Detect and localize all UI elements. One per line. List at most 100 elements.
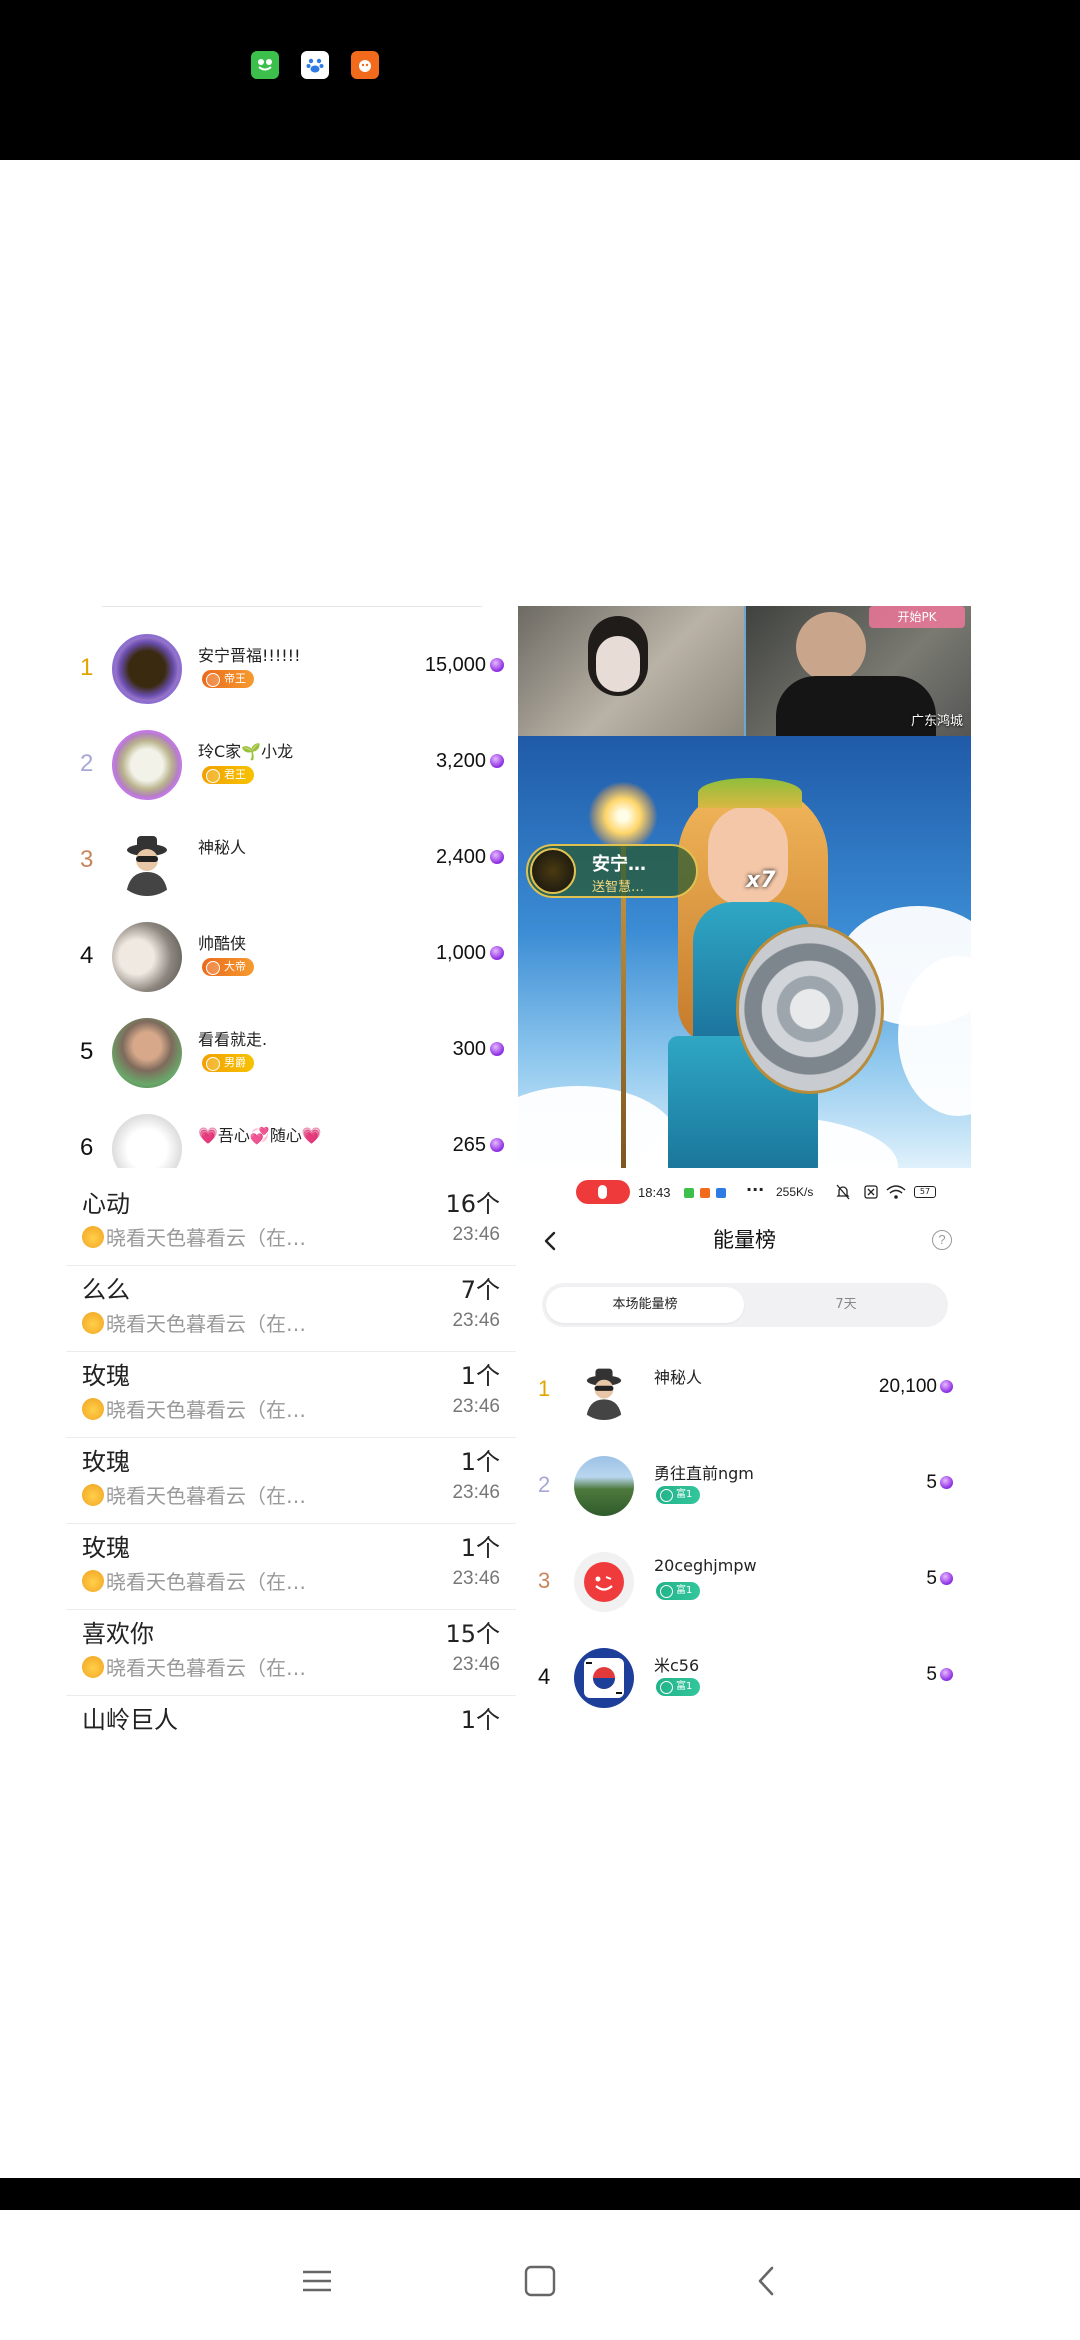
sender-line: 晓看天色暮看云（在… <box>82 1566 306 1595</box>
avatar[interactable] <box>112 634 182 704</box>
battery-icon: 57 <box>914 1186 936 1198</box>
gift-name: 喜欢你 <box>82 1620 154 1648</box>
tiger-icon <box>82 1226 104 1248</box>
ranking-tabs: 本场能量榜 7天 <box>542 1283 948 1327</box>
spark-effect <box>588 781 658 851</box>
ranking-row[interactable]: 2 勇往直前ngm 富1 5 <box>518 1442 971 1532</box>
ranking-row[interactable]: 5 看看就走. 男爵 300 <box>68 1008 508 1104</box>
gem-icon <box>940 1380 953 1393</box>
app-notification-icon <box>716 1188 726 1198</box>
gift-sender-name: 安宁… <box>592 854 646 875</box>
left-ranking-list: 1 安宁晋福!!!!!! 帝王 15,000 2 玲C家🌱小龙 君王 3,200… <box>68 606 508 1168</box>
gem-icon <box>490 946 504 960</box>
co-host-video-right[interactable]: 开始PK 广东鸿城 <box>746 606 971 736</box>
list-item[interactable]: 心动 16个 晓看天色暮看云（在… 23:46 <box>66 1180 516 1266</box>
ranking-row[interactable]: 4 米c56 富1 5 <box>518 1634 971 1724</box>
gift-count: 1个 <box>460 1706 500 1734</box>
wealth-badge: 富1 <box>656 1678 701 1696</box>
list-item[interactable]: 玫瑰 1个 晓看天色暮看云（在… 23:46 <box>66 1524 516 1610</box>
gift-name: 么么 <box>82 1276 130 1304</box>
bottom-black-bar <box>0 2178 1080 2210</box>
gem-icon <box>940 1572 953 1585</box>
divider <box>102 606 482 607</box>
ranking-row[interactable]: 3 20ceghjmpw 富1 5 <box>518 1538 971 1628</box>
avatar[interactable] <box>574 1552 634 1612</box>
menu-icon[interactable] <box>300 2264 334 2298</box>
gift-count: 7个 <box>460 1276 500 1304</box>
list-item[interactable]: 喜欢你 15个 晓看天色暮看云（在… 23:46 <box>66 1610 516 1696</box>
score: 3,200 <box>435 750 486 772</box>
gem-icon <box>940 1476 953 1489</box>
rank-number: 5 <box>80 1038 94 1065</box>
avatar[interactable] <box>574 1456 634 1516</box>
frog-app-icon <box>251 51 279 79</box>
avatar[interactable] <box>574 1648 634 1708</box>
sender-line: 晓看天色暮看云（在… <box>82 1394 306 1423</box>
top-status-area <box>0 0 1080 160</box>
ranking-row[interactable]: 1 安宁晋福!!!!!! 帝王 15,000 <box>68 624 508 720</box>
tiger-icon <box>82 1484 104 1506</box>
user-name: 神秘人 <box>198 838 247 857</box>
avatar[interactable] <box>112 1018 182 1088</box>
rank-number: 4 <box>538 1664 551 1689</box>
ranking-row[interactable]: 1 神秘人 20,100 <box>518 1346 971 1436</box>
gem-icon <box>490 850 504 864</box>
live-video-panel[interactable]: 开始PK 广东鸿城 安宁… 送智慧… x7 <box>518 606 971 1168</box>
ranking-row[interactable]: 6 💗吾心💞随心💗 265 <box>68 1104 508 1168</box>
list-item[interactable]: 山岭巨人 1个 <box>66 1696 516 1782</box>
level-badge: 大帝 <box>202 958 254 976</box>
tab-7-days[interactable]: 7天 <box>748 1287 944 1323</box>
network-speed: 255K/s <box>776 1185 814 1199</box>
ranking-row[interactable]: 2 玲C家🌱小龙 君王 3,200 <box>68 720 508 816</box>
score: 5 <box>926 1568 937 1589</box>
gift-count: 1个 <box>460 1362 500 1390</box>
score: 5 <box>926 1664 937 1685</box>
gift-notification[interactable]: 安宁… 送智慧… <box>526 844 698 898</box>
back-icon[interactable] <box>750 2264 784 2298</box>
sender-name: 晓看天色暮看云（在… <box>106 1398 306 1422</box>
avatar[interactable] <box>112 1114 182 1168</box>
gem-icon <box>490 754 504 768</box>
list-item[interactable]: 玫瑰 1个 晓看天色暮看云（在… 23:46 <box>66 1438 516 1524</box>
mystery-avatar-icon[interactable] <box>574 1360 634 1420</box>
home-icon[interactable] <box>523 2264 557 2298</box>
gift-count: 16个 <box>445 1190 500 1218</box>
gift-time: 23:46 <box>452 1396 500 1417</box>
tab-this-session[interactable]: 本场能量榜 <box>546 1287 744 1323</box>
user-name: 20ceghjmpw <box>654 1556 757 1575</box>
sender-name: 晓看天色暮看云（在… <box>106 1226 306 1250</box>
sender-line: 晓看天色暮看云（在… <box>82 1308 306 1337</box>
co-host-video-left[interactable] <box>518 606 744 736</box>
status-time: 18:43 <box>638 1185 671 1200</box>
rank-number: 1 <box>538 1376 551 1401</box>
mystery-avatar-icon[interactable] <box>112 826 182 896</box>
ranking-row[interactable]: 4 帅酷侠 大帝 1,000 <box>68 912 508 1008</box>
microphone-record-icon[interactable] <box>576 1180 630 1204</box>
gift-time: 23:46 <box>452 1568 500 1589</box>
tiger-icon <box>82 1312 104 1334</box>
rank-number: 6 <box>80 1134 94 1161</box>
avatar[interactable] <box>112 730 182 800</box>
user-name: 💗吾心💞随心💗 <box>198 1126 322 1145</box>
gift-time: 23:46 <box>452 1654 500 1675</box>
gift-multiplier: x7 <box>746 868 776 893</box>
tiger-icon <box>82 1398 104 1420</box>
gift-name: 玫瑰 <box>82 1448 130 1476</box>
list-item[interactable]: 么么 7个 晓看天色暮看云（在… 23:46 <box>66 1266 516 1352</box>
page-title: 能量榜 <box>713 1228 776 1252</box>
inner-status-bar: 18:43 ··· 255K/s 57 <box>518 1176 971 1216</box>
help-icon[interactable]: ? <box>932 1230 952 1250</box>
user-name: 安宁晋福!!!!!! <box>198 646 301 665</box>
sender-name: 晓看天色暮看云（在… <box>106 1484 306 1508</box>
ranking-row[interactable]: 3 神秘人 2,400 <box>68 816 508 912</box>
gift-count: 1个 <box>460 1448 500 1476</box>
more-icon: ··· <box>746 1180 765 1199</box>
avatar[interactable] <box>112 922 182 992</box>
list-item[interactable]: 玫瑰 1个 晓看天色暮看云（在… 23:46 <box>66 1352 516 1438</box>
gem-icon <box>940 1668 953 1681</box>
sender-name: 晓看天色暮看云（在… <box>106 1570 306 1594</box>
orange-app-icon <box>351 51 379 79</box>
start-pk-button[interactable]: 开始PK <box>869 606 965 628</box>
system-navigation-bar <box>0 2210 1080 2340</box>
score: 2,400 <box>435 846 486 868</box>
